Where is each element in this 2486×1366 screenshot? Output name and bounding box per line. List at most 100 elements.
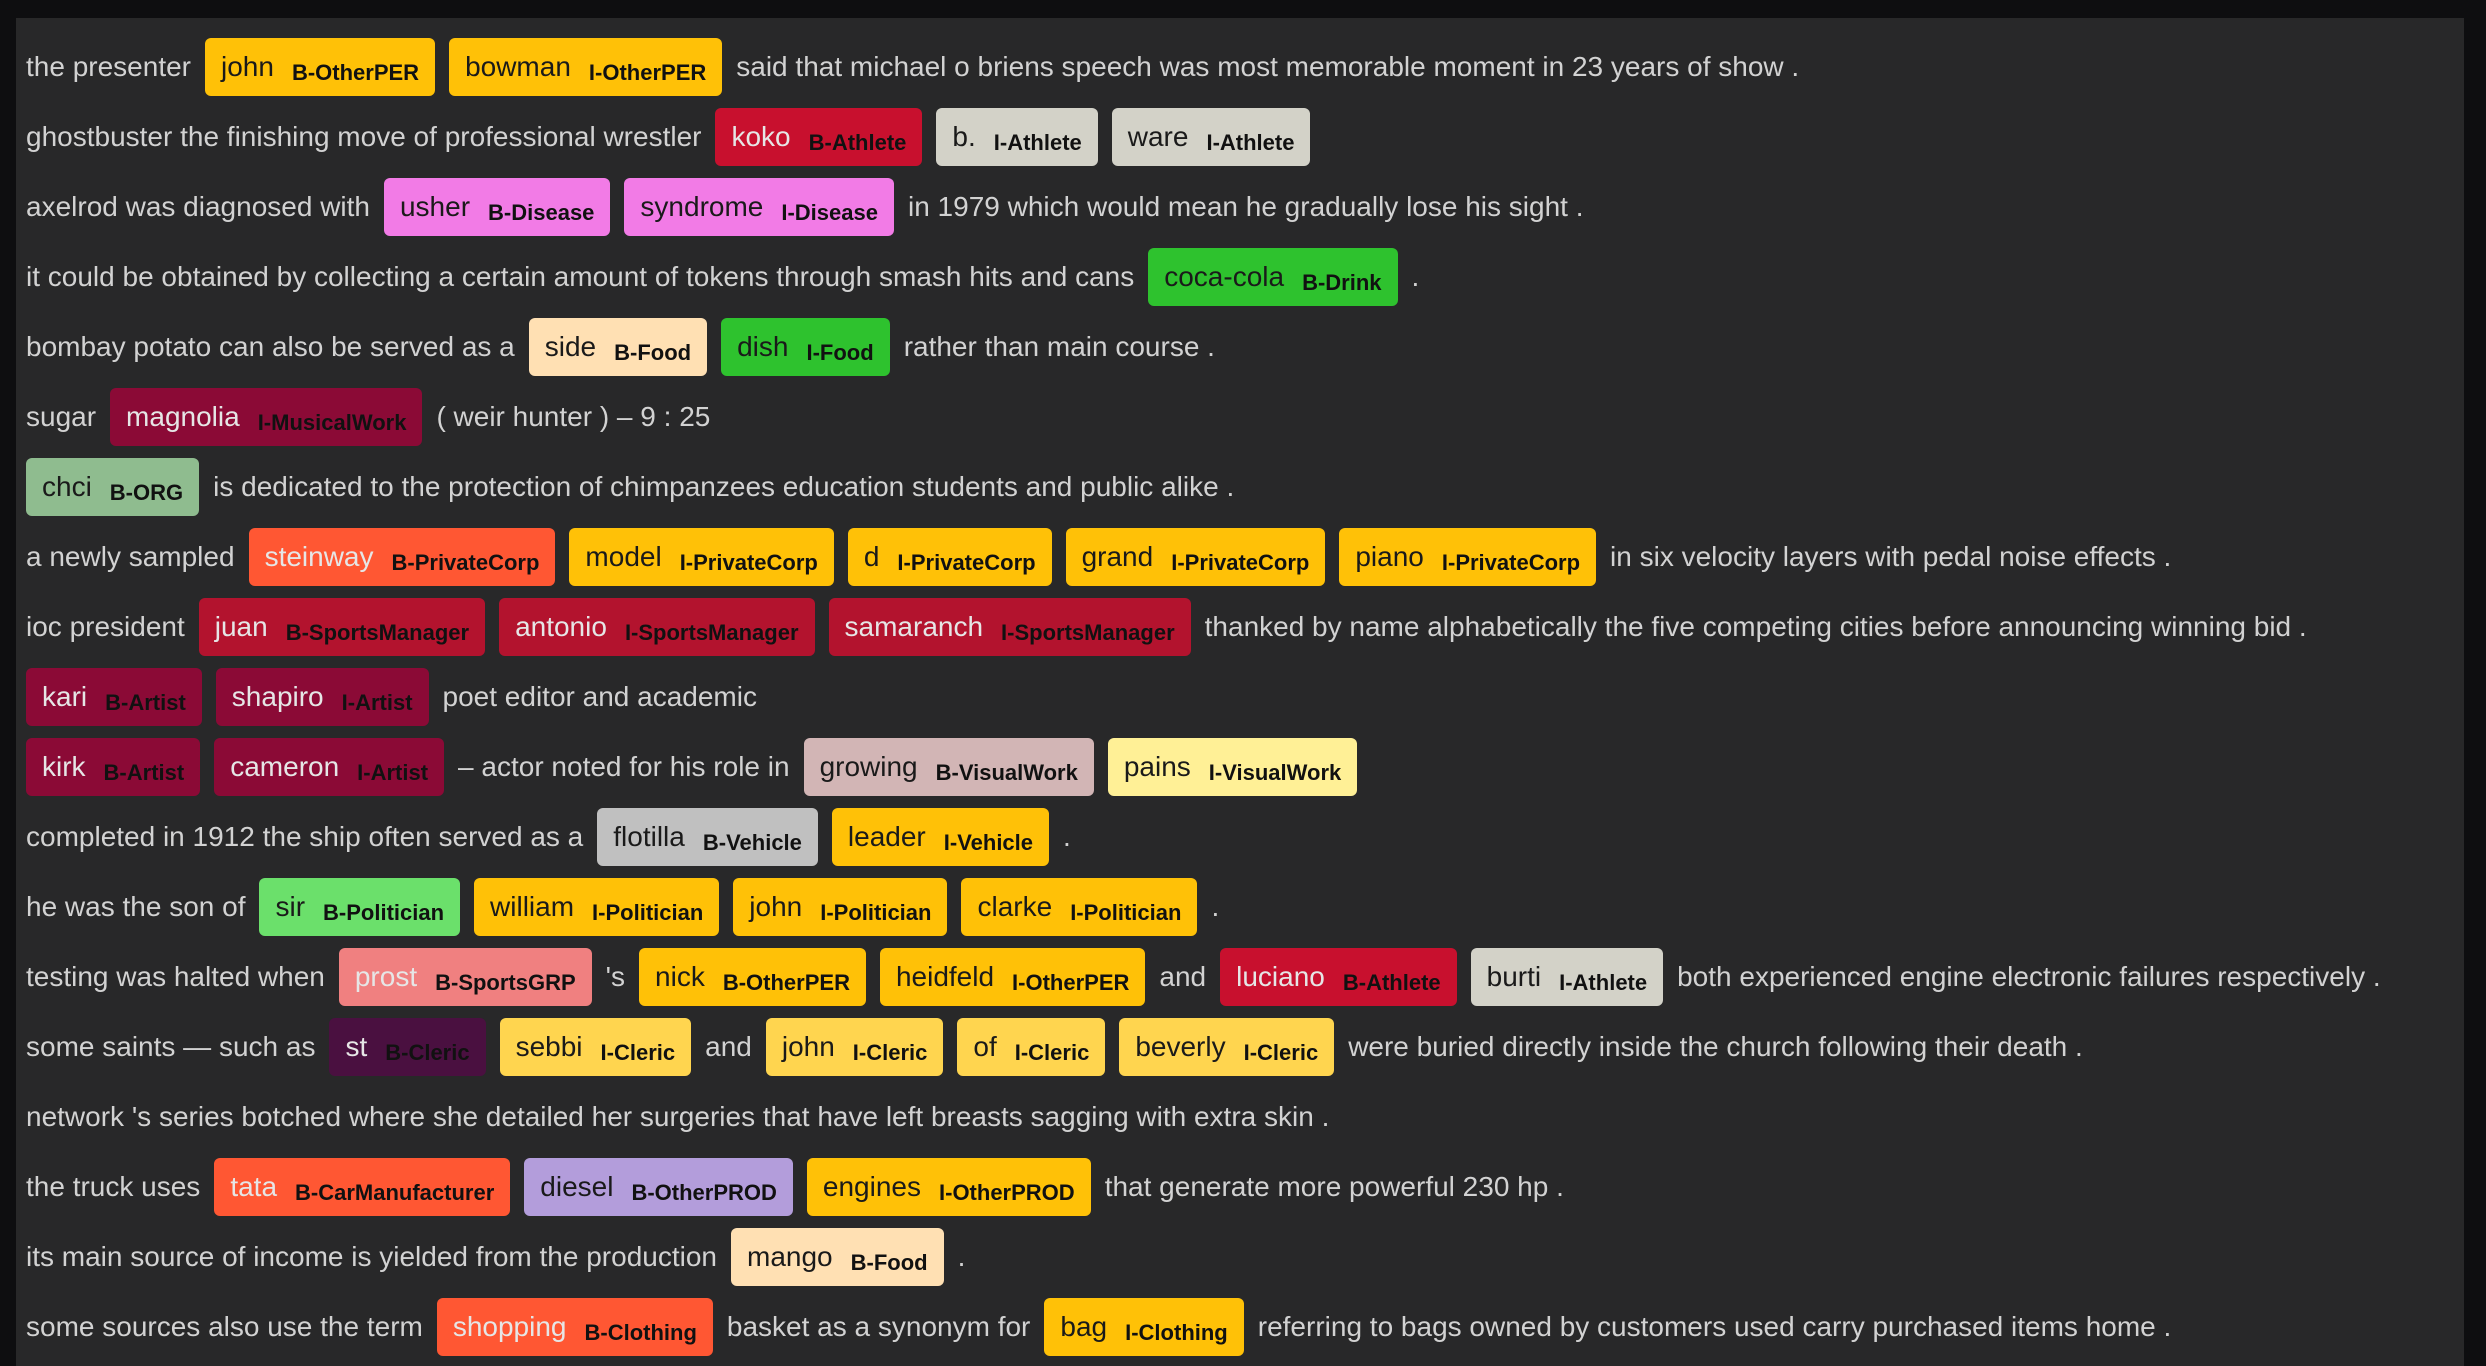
- sentence-text: referring to bags owned by customers use…: [1257, 1311, 2172, 1342]
- entity-word: beverly: [1135, 1031, 1226, 1062]
- sentence-text: he was the son of: [26, 891, 246, 922]
- entity-span: leader I-Vehicle: [831, 808, 1050, 866]
- entity-span: kirk B-Artist: [26, 738, 201, 796]
- sentence-text: ioc president: [26, 611, 185, 642]
- entity-span: mango B-Food: [731, 1228, 944, 1286]
- entity-span: john I-Cleric: [765, 1018, 944, 1076]
- entity-label: B-Artist: [105, 690, 186, 715]
- entity-label: B-Disease: [488, 200, 595, 225]
- entity-label: I-MusicalWork: [257, 410, 407, 435]
- sentence-text: the presenter: [26, 51, 191, 82]
- sentence-row: completed in 1912 the ship often served …: [26, 802, 2454, 872]
- sentence-text: in 1979 which would mean he gradually lo…: [907, 191, 1584, 222]
- sentence-text: – actor noted for his role in: [458, 751, 790, 782]
- entity-label: B-ORG: [109, 480, 184, 505]
- entity-word: heidfeld: [895, 961, 995, 992]
- sentence-row: some sources also use the term shopping B-…: [26, 1292, 2454, 1362]
- entity-span: nick B-OtherPER: [639, 948, 866, 1006]
- entity-word: st: [345, 1031, 368, 1062]
- entity-word: coca-cola: [1164, 261, 1285, 292]
- entity-word: growing: [819, 751, 918, 782]
- sentence-text: were buried directly inside the church f…: [1348, 1031, 2083, 1062]
- sentence-row: chci B-ORG is dedicated to the protection …: [26, 452, 2454, 522]
- entity-span: john B-OtherPER: [205, 38, 436, 96]
- sentence-text: sugar: [26, 401, 97, 432]
- entity-label: I-Cleric: [1243, 1040, 1319, 1065]
- entity-label: B-Drink: [1302, 270, 1382, 295]
- entity-span: model I-PrivateCorp: [569, 528, 834, 586]
- entity-span: steinway B-PrivateCorp: [248, 528, 556, 586]
- sentence-text: some sources also use the term: [26, 1311, 423, 1342]
- sentence-row: axelrod was diagnosed with usher B-Disease…: [26, 172, 2454, 242]
- entity-label: I-Vehicle: [943, 830, 1034, 855]
- entity-span: antonio I-SportsManager: [499, 598, 815, 656]
- entity-span: engines I-OtherPROD: [806, 1158, 1091, 1216]
- sentence-text: a newly sampled: [26, 541, 235, 572]
- sentence-row: he was the son of sir B-Politician william I…: [26, 872, 2454, 942]
- entity-span: burti I-Athlete: [1470, 948, 1664, 1006]
- sentence-text: .: [1211, 891, 1220, 922]
- entity-span: juan B-SportsManager: [198, 598, 486, 656]
- entity-span: bag I-Clothing: [1044, 1298, 1244, 1356]
- entity-word: john: [221, 51, 274, 82]
- entity-label: I-Cleric: [852, 1040, 928, 1065]
- entity-span: chci B-ORG: [26, 458, 200, 516]
- entity-span: magnolia I-MusicalWork: [110, 388, 423, 446]
- entity-word: john: [749, 891, 803, 922]
- entity-label: I-Athlete: [1206, 130, 1295, 155]
- entity-label: B-OtherPROD: [631, 1180, 777, 1205]
- sentence-row: the truck uses tata B-CarManufacturer diese…: [26, 1152, 2454, 1222]
- entity-word: dish: [737, 331, 789, 362]
- sentence-row: the presenter john B-OtherPER bowman I-Other…: [26, 32, 2454, 102]
- entity-word: grand: [1081, 541, 1154, 572]
- entity-label: I-PrivateCorp: [897, 550, 1036, 575]
- entity-label: B-SportsGRP: [435, 970, 576, 995]
- sentence-text: axelrod was diagnosed with: [26, 191, 370, 222]
- entity-word: b.: [952, 121, 976, 152]
- entity-label: I-PrivateCorp: [679, 550, 818, 575]
- entity-label: B-VisualWork: [935, 760, 1078, 785]
- entity-span: tata B-CarManufacturer: [214, 1158, 511, 1216]
- entity-span: st B-Cleric: [329, 1018, 486, 1076]
- sentence-text: ghostbuster the finishing move of profes…: [26, 121, 702, 152]
- entity-span: d I-PrivateCorp: [847, 528, 1052, 586]
- sentence-row: network 's series botched where she deta…: [26, 1082, 2454, 1152]
- entity-label: I-Athlete: [993, 130, 1082, 155]
- entity-word: sebbi: [515, 1031, 583, 1062]
- entity-label: B-Athlete: [808, 130, 907, 155]
- entity-word: leader: [847, 821, 926, 852]
- entity-word: koko: [731, 121, 791, 152]
- entity-word: samaranch: [844, 611, 984, 642]
- entity-word: of: [973, 1031, 997, 1062]
- entity-label: I-Politician: [1070, 900, 1182, 925]
- entity-span: shopping B-Clothing: [436, 1298, 713, 1356]
- sentence-text: its main source of income is yielded fro…: [26, 1241, 717, 1272]
- entity-label: B-OtherPER: [291, 60, 420, 85]
- entity-label: B-Politician: [323, 900, 445, 925]
- entity-span: piano I-PrivateCorp: [1339, 528, 1597, 586]
- entity-word: juan: [214, 611, 268, 642]
- entity-label: B-Food: [850, 1250, 928, 1275]
- sentence-text: is dedicated to the protection of chimpa…: [213, 471, 1235, 502]
- entity-word: shapiro: [231, 681, 324, 712]
- entity-label: B-Cleric: [385, 1040, 470, 1065]
- ner-results-panel: the presenter john B-OtherPER bowman I-Other…: [16, 18, 2464, 1366]
- entity-label: I-SportsManager: [1001, 620, 1175, 645]
- entity-span: usher B-Disease: [383, 178, 611, 236]
- entity-span: syndrome I-Disease: [624, 178, 894, 236]
- entity-word: burti: [1486, 961, 1542, 992]
- sentence-text: network 's series botched where she deta…: [26, 1101, 1330, 1132]
- entity-label: B-Artist: [103, 760, 185, 785]
- entity-span: kari B-Artist: [26, 668, 202, 726]
- entity-span: b. I-Athlete: [936, 108, 1098, 166]
- sentence-row: kirk B-Artist cameron I-Artist – actor noted…: [26, 732, 2454, 802]
- entity-label: I-PrivateCorp: [1441, 550, 1581, 575]
- entity-word: piano: [1355, 541, 1424, 572]
- sentence-text: it could be obtained by collecting a cer…: [26, 261, 1135, 292]
- sentence-text: testing was halted when: [26, 961, 325, 992]
- entity-word: sir: [275, 891, 306, 922]
- entity-word: pains: [1123, 751, 1191, 782]
- entity-span: luciano B-Athlete: [1220, 948, 1457, 1006]
- sentence-row: a newly sampled steinway B-PrivateCorp mode…: [26, 522, 2454, 592]
- entity-span: clarke I-Politician: [961, 878, 1198, 936]
